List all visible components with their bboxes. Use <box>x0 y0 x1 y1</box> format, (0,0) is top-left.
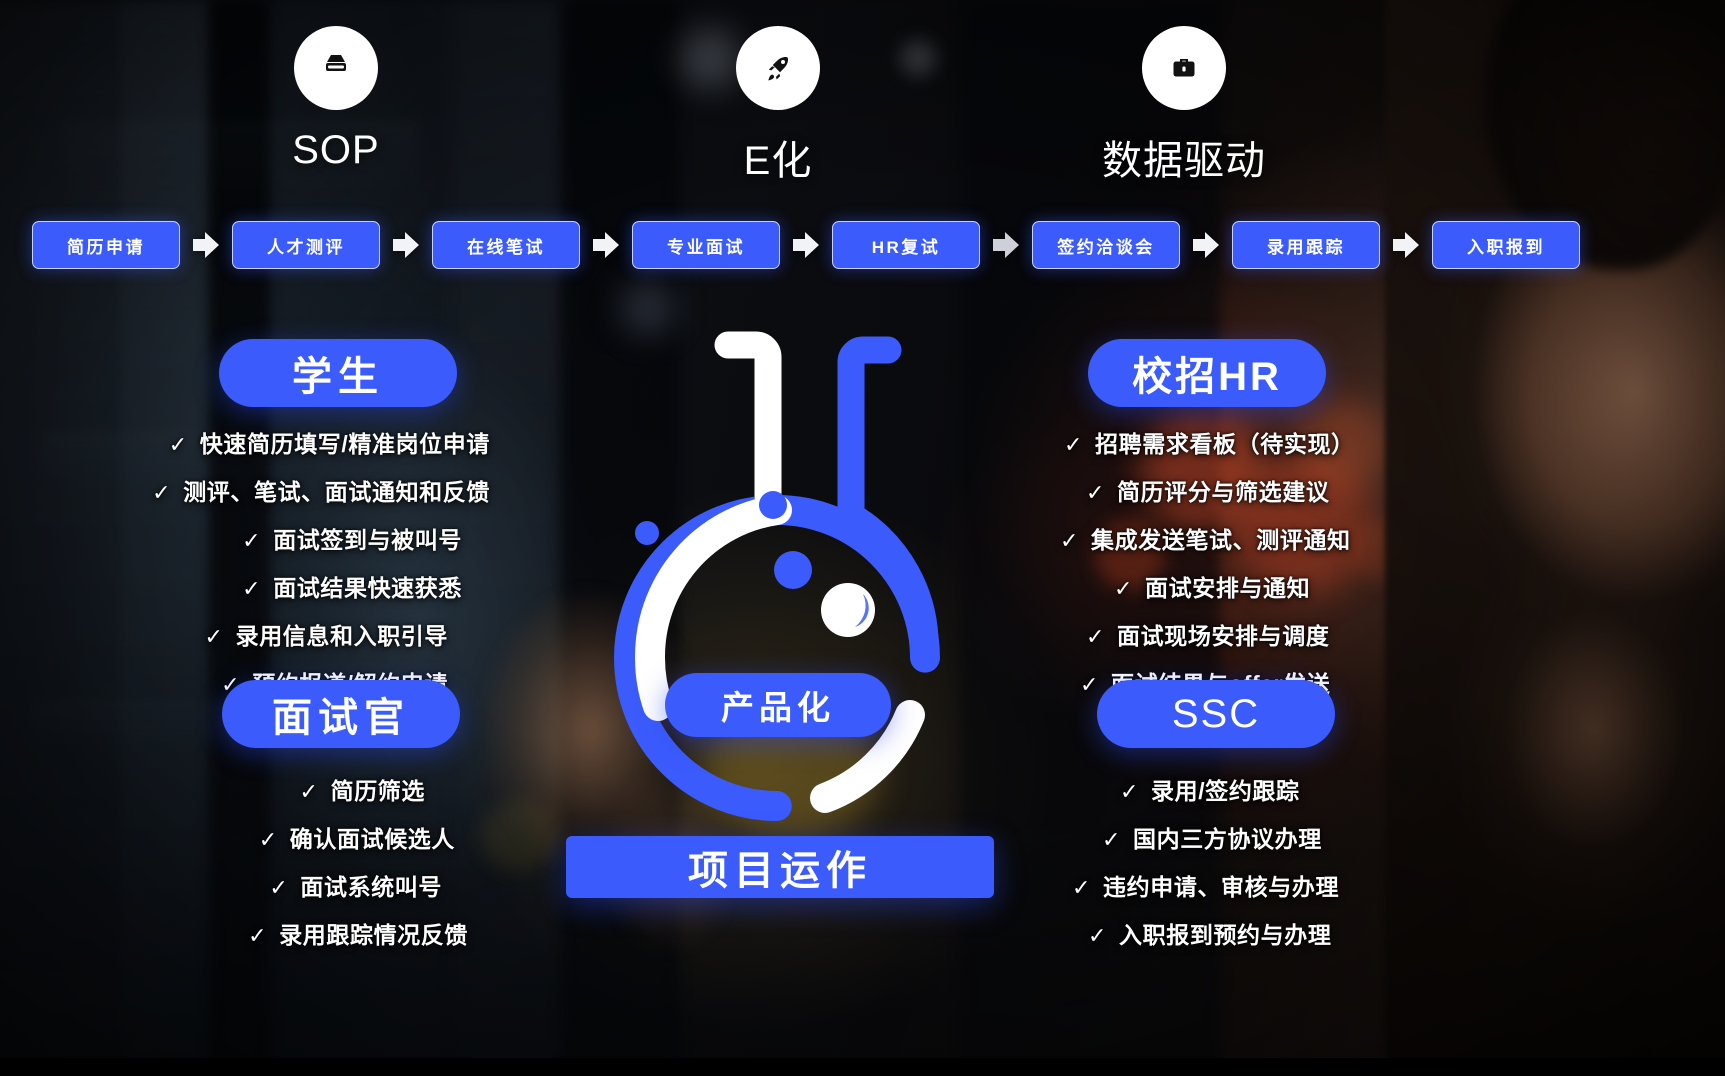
check-icon: ✓ <box>269 875 289 900</box>
list-item: ✓ 面试安排与通知 <box>1114 569 1480 603</box>
list-item: ✓ 违约申请、审核与办理 <box>1072 868 1480 902</box>
list-item: ✓ 国内三方协议办理 <box>1102 820 1480 854</box>
list-item-label: 违约申请、审核与办理 <box>1103 874 1340 900</box>
role-pill-student[interactable]: 学生 <box>219 339 457 407</box>
infographic-canvas: SOP E化 数据驱动 简历申请 人才测评 在线笔试 专业面试 HR复试 签约洽… <box>0 0 1725 1076</box>
check-icon: ✓ <box>248 923 268 948</box>
list-item: ✓ 录用跟踪情况反馈 <box>130 916 468 950</box>
ssc-capability-list: ✓ 录用/签约跟踪 ✓ 国内三方协议办理 ✓ 违约申请、审核与办理 ✓ 入职报到… <box>1060 772 1480 964</box>
list-item: ✓ 简历评分与筛选建议 <box>1086 473 1480 507</box>
role-pill-campus-hr[interactable]: 校招HR <box>1088 339 1326 407</box>
list-item: ✓ 录用信息和入职引导 <box>130 617 448 651</box>
check-icon: ✓ <box>1120 779 1140 804</box>
check-icon: ✓ <box>204 624 224 649</box>
pipeline-step[interactable]: 入职报到 <box>1432 221 1580 269</box>
pipeline-step[interactable]: 人才测评 <box>232 221 380 269</box>
check-icon: ✓ <box>242 576 262 601</box>
list-item-label: 测评、笔试、面试通知和反馈 <box>183 479 490 505</box>
check-icon: ✓ <box>299 779 319 804</box>
briefcase-icon <box>1142 26 1226 110</box>
list-item-label: 录用跟踪情况反馈 <box>279 922 468 948</box>
list-item-label: 简历评分与筛选建议 <box>1117 479 1330 505</box>
campus-hr-capability-list: ✓ 招聘需求看板（待实现） ✓ 简历评分与筛选建议 ✓ 集成发送笔试、测评通知 … <box>1060 425 1480 713</box>
feature-label: E化 <box>743 139 813 183</box>
list-item-label: 国内三方协议办理 <box>1133 826 1322 852</box>
check-icon: ✓ <box>1060 528 1080 553</box>
interviewer-capability-list: ✓ 简历筛选 ✓ 确认面试候选人 ✓ 面试系统叫号 ✓ 录用跟踪情况反馈 <box>130 772 510 964</box>
pipeline-step[interactable]: 录用跟踪 <box>1232 221 1380 269</box>
check-icon: ✓ <box>168 432 188 457</box>
list-item-label: 面试结果快速获悉 <box>273 575 462 601</box>
check-icon: ✓ <box>258 827 278 852</box>
right-arrow-icon <box>1388 228 1424 262</box>
feature-data-driven: 数据驱动 <box>1041 26 1327 186</box>
check-icon: ✓ <box>1072 875 1092 900</box>
recruitment-pipeline: 简历申请 人才测评 在线笔试 专业面试 HR复试 签约洽谈会 录用跟踪 入职报到 <box>32 221 1725 269</box>
list-item: ✓ 确认面试候选人 <box>130 820 455 854</box>
role-pill-ssc[interactable]: SSC <box>1097 680 1335 748</box>
list-item: ✓ 入职报到预约与办理 <box>1088 916 1480 950</box>
check-icon: ✓ <box>1086 480 1106 505</box>
check-icon: ✓ <box>1064 432 1084 457</box>
check-icon: ✓ <box>1102 827 1122 852</box>
list-item-label: 面试系统叫号 <box>300 874 442 900</box>
right-arrow-icon <box>588 228 624 262</box>
check-icon: ✓ <box>1080 672 1100 697</box>
right-arrow-icon <box>988 228 1024 262</box>
list-item-label: 面试现场安排与调度 <box>1117 623 1330 649</box>
feature-sop: SOP <box>253 26 419 173</box>
feature-label: SOP <box>292 128 380 172</box>
list-item-label: 快速简历填写/精准岗位申请 <box>199 431 490 457</box>
feature-label: 数据驱动 <box>1102 139 1266 183</box>
box-icon <box>294 26 378 110</box>
right-arrow-icon <box>1188 228 1224 262</box>
list-item: ✓ 集成发送笔试、测评通知 <box>1060 521 1480 555</box>
student-capability-list: ✓ 快速简历填写/精准岗位申请 ✓ 测评、笔试、面试通知和反馈 ✓ 面试签到与被… <box>130 425 510 713</box>
pipeline-step[interactable]: HR复试 <box>832 221 980 269</box>
check-icon: ✓ <box>1086 624 1106 649</box>
list-item: ✓ 面试签到与被叫号 <box>130 521 462 555</box>
list-item: ✓ 快速简历填写/精准岗位申请 <box>130 425 490 459</box>
pipeline-step[interactable]: 在线笔试 <box>432 221 580 269</box>
center-pill-productization[interactable]: 产品化 <box>665 673 891 737</box>
check-icon: ✓ <box>1088 923 1108 948</box>
list-item-label: 录用/签约跟踪 <box>1151 778 1300 804</box>
right-arrow-icon <box>388 228 424 262</box>
right-arrow-icon <box>788 228 824 262</box>
list-item-label: 确认面试候选人 <box>289 826 455 852</box>
pipeline-step[interactable]: 专业面试 <box>632 221 780 269</box>
role-pill-interviewer[interactable]: 面试官 <box>222 680 460 748</box>
list-item: ✓ 测评、笔试、面试通知和反馈 <box>130 473 490 507</box>
list-item-label: 入职报到预约与办理 <box>1119 922 1332 948</box>
list-item: ✓ 招聘需求看板（待实现） <box>1064 425 1480 459</box>
list-item: ✓ 面试结果快速获悉 <box>130 569 462 603</box>
list-item-label: 面试安排与通知 <box>1145 575 1311 601</box>
product-circle-emblem <box>580 320 1000 840</box>
list-item: ✓ 面试现场安排与调度 <box>1086 617 1480 651</box>
feature-digitization: E化 <box>695 26 861 186</box>
check-icon: ✓ <box>152 480 172 505</box>
list-item-label: 招聘需求看板（待实现） <box>1095 431 1355 457</box>
bottom-letterbox-strip <box>0 1058 1725 1076</box>
check-icon: ✓ <box>1114 576 1134 601</box>
rocket-icon <box>736 26 820 110</box>
list-item-label: 录用信息和入职引导 <box>235 623 448 649</box>
list-item: ✓ 简历筛选 <box>130 772 425 806</box>
list-item-label: 简历筛选 <box>330 778 425 804</box>
right-arrow-icon <box>188 228 224 262</box>
bottom-banner-project-operation[interactable]: 项目运作 <box>566 836 994 898</box>
list-item: ✓ 录用/签约跟踪 <box>1120 772 1480 806</box>
list-item-label: 面试签到与被叫号 <box>273 527 462 553</box>
list-item: ✓ 面试系统叫号 <box>130 868 442 902</box>
pipeline-step[interactable]: 签约洽谈会 <box>1032 221 1180 269</box>
pipeline-step[interactable]: 简历申请 <box>32 221 180 269</box>
check-icon: ✓ <box>242 528 262 553</box>
list-item-label: 集成发送笔试、测评通知 <box>1091 527 1351 553</box>
